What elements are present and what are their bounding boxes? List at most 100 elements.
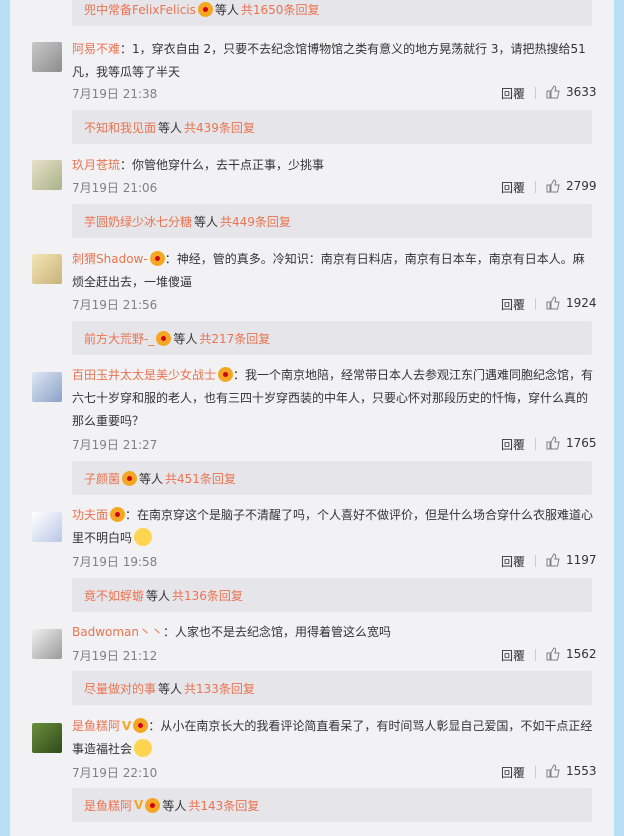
comment-meta: 7月19日 21:12 回覆 1562 — [72, 647, 597, 664]
comment-username[interactable]: 是鱼糕阿 — [72, 719, 120, 733]
vip-badge-icon — [145, 797, 161, 813]
comment-time: 7月19日 21:12 — [72, 649, 158, 663]
comment-time: 7月19日 21:38 — [72, 87, 158, 101]
reply-preview-user[interactable]: 竟不如蜉蝣 — [84, 587, 144, 604]
divider — [535, 298, 536, 310]
avatar[interactable] — [32, 723, 62, 753]
thumbs-up-icon — [546, 179, 560, 193]
thumbs-up-icon — [546, 647, 560, 661]
reply-preview-count[interactable]: 共136条回复 — [172, 587, 243, 604]
like-button[interactable]: 1924 — [546, 296, 597, 310]
comment-username[interactable]: 功夫面 — [72, 508, 108, 522]
comment-text: 功夫面 ：在南京穿这个是脑子不清醒了吗，个人喜好不做评价，但是什么场合穿什么衣服难… — [72, 507, 594, 546]
reply-button[interactable]: 回覆 — [501, 296, 525, 313]
reply-preview-user[interactable]: 兜中常备FelixFelicis — [84, 1, 196, 18]
divider — [535, 181, 536, 193]
comment-username[interactable]: 阿易不难 — [72, 42, 120, 56]
reply-preview-count[interactable]: 共143条回复 — [188, 797, 259, 814]
reply-preview-count[interactable]: 共439条回复 — [184, 119, 255, 136]
comment-time: 7月19日 21:56 — [72, 298, 158, 312]
reply-preview[interactable]: 是鱼糕阿 V 等人 共143条回复 — [72, 788, 592, 822]
comment-text: 刺猬Shadow- ：神经，管的真多。冷知识：南京有日料店，南京有日本车，南京有日… — [72, 251, 585, 289]
reply-button[interactable]: 回覆 — [501, 436, 525, 453]
reply-preview-user[interactable]: 前方大荒野-_ — [84, 330, 154, 347]
comment-time: 7月19日 19:58 — [72, 555, 158, 569]
reply-preview-user[interactable]: 芋圆奶绿少冰七分糖 — [84, 213, 192, 230]
reply-preview-count[interactable]: 共449条回复 — [220, 213, 291, 230]
reply-preview[interactable]: 子颜菌 等人 共451条回复 — [72, 461, 592, 495]
reply-preview-count[interactable]: 共1650条回复 — [241, 1, 320, 18]
like-button[interactable]: 1553 — [546, 764, 597, 778]
reply-preview[interactable]: 兜中常备FelixFelicis 等人 共1650条回复 — [72, 0, 592, 26]
thumbs-up-icon — [546, 296, 560, 310]
like-count: 1197 — [566, 553, 597, 567]
like-count: 3633 — [566, 85, 597, 99]
comment-panel: 兜中常备FelixFelicis 等人 共1650条回复 阿易不难：1，穿衣自由… — [10, 0, 614, 836]
reply-preview-user[interactable]: 是鱼糕阿 — [84, 797, 132, 814]
reply-button[interactable]: 回覆 — [501, 553, 525, 570]
divider — [535, 555, 536, 567]
comment-text: 阿易不难：1，穿衣自由 2，只要不去纪念馆博物馆之类有意义的地方晃荡就行 3，请… — [72, 42, 586, 79]
comment-meta: 7月19日 21:06 回覆 2799 — [72, 179, 597, 196]
vip-badge-icon — [156, 330, 172, 346]
comment-text: 玖月苍琉：你管他穿什么，去干点正事，少挑事 — [72, 158, 325, 172]
vip-badge-icon — [133, 718, 149, 733]
thumbs-up-icon — [546, 436, 560, 450]
reply-button[interactable]: 回覆 — [501, 179, 525, 196]
like-button[interactable]: 1197 — [546, 553, 597, 567]
vip-badge-icon — [218, 367, 234, 382]
reply-preview-user[interactable]: 不知和我见面 — [84, 119, 156, 136]
reply-preview[interactable]: 前方大荒野-_ 等人 共217条回复 — [72, 321, 592, 355]
emoji-icon — [134, 528, 153, 546]
avatar[interactable] — [32, 160, 62, 190]
thumbs-up-icon — [546, 553, 560, 567]
reply-preview[interactable]: 竟不如蜉蝣 等人 共136条回复 — [72, 578, 592, 612]
reply-button[interactable]: 回覆 — [501, 647, 525, 664]
comment-username[interactable]: 玖月苍琉 — [72, 158, 120, 172]
comment-meta: 7月19日 21:56 回覆 1924 — [72, 296, 597, 313]
emoji-icon — [134, 739, 153, 757]
reply-preview-count[interactable]: 共133条回复 — [184, 680, 255, 697]
comment-username[interactable]: Badwoman丶丶 — [72, 625, 163, 639]
like-button[interactable]: 3633 — [546, 85, 597, 99]
like-button[interactable]: 1562 — [546, 647, 597, 661]
reply-preview-user[interactable]: 尽量做对的事 — [84, 680, 156, 697]
like-button[interactable]: 1765 — [546, 436, 597, 450]
reply-preview-user[interactable]: 子颜菌 — [84, 470, 120, 487]
comment-username[interactable]: 百田玉井太太是美少女战士 — [72, 368, 216, 382]
avatar[interactable] — [32, 629, 62, 659]
comment-meta: 7月19日 22:10 回覆 1553 — [72, 764, 597, 781]
comment-text: 百田玉井太太是美少女战士 ：我一个南京地陪，经常带日本人去参观江东门遇难同胞纪念馆… — [72, 367, 594, 428]
reply-preview-count[interactable]: 共217条回复 — [199, 330, 270, 347]
divider — [535, 87, 536, 99]
comment-time: 7月19日 22:10 — [72, 766, 158, 780]
like-button[interactable]: 2799 — [546, 179, 597, 193]
comment-meta: 7月19日 19:58 回覆 1197 — [72, 553, 597, 570]
vip-badge-icon — [122, 470, 138, 486]
verified-badge-icon: V — [134, 798, 144, 812]
vip-badge-icon — [149, 251, 165, 266]
avatar[interactable] — [32, 372, 62, 402]
verified-badge-icon: V — [122, 719, 132, 733]
reply-button[interactable]: 回覆 — [501, 764, 525, 781]
like-count: 1562 — [566, 647, 597, 661]
reply-button[interactable]: 回覆 — [501, 85, 525, 102]
like-count: 1553 — [566, 764, 597, 778]
like-count: 1924 — [566, 296, 597, 310]
avatar[interactable] — [32, 254, 62, 284]
comment-username[interactable]: 刺猬Shadow- — [72, 252, 148, 266]
reply-preview[interactable]: 尽量做对的事 等人 共133条回复 — [72, 671, 592, 705]
thumbs-up-icon — [546, 764, 560, 778]
vip-badge-icon — [197, 1, 213, 17]
comment-meta: 7月19日 21:27 回覆 1765 — [72, 436, 597, 453]
like-count: 1765 — [566, 436, 597, 450]
comment-text: Badwoman丶丶：人家也不是去纪念馆，用得着管这么宽吗 — [72, 625, 392, 639]
comment-time: 7月19日 21:06 — [72, 181, 158, 195]
comment-meta: 7月19日 21:38 回覆 3633 — [72, 85, 597, 102]
reply-preview[interactable]: 不知和我见面 等人 共439条回复 — [72, 110, 592, 144]
reply-preview-count[interactable]: 共451条回复 — [165, 470, 236, 487]
comment-text: 是鱼糕阿 V ：从小在南京长大的我看评论简直看呆了，有时间骂人彰显自己爱国，不如干点… — [72, 715, 594, 761]
avatar[interactable] — [32, 42, 62, 72]
reply-preview[interactable]: 芋圆奶绿少冰七分糖 等人 共449条回复 — [72, 204, 592, 238]
avatar[interactable] — [32, 512, 62, 542]
